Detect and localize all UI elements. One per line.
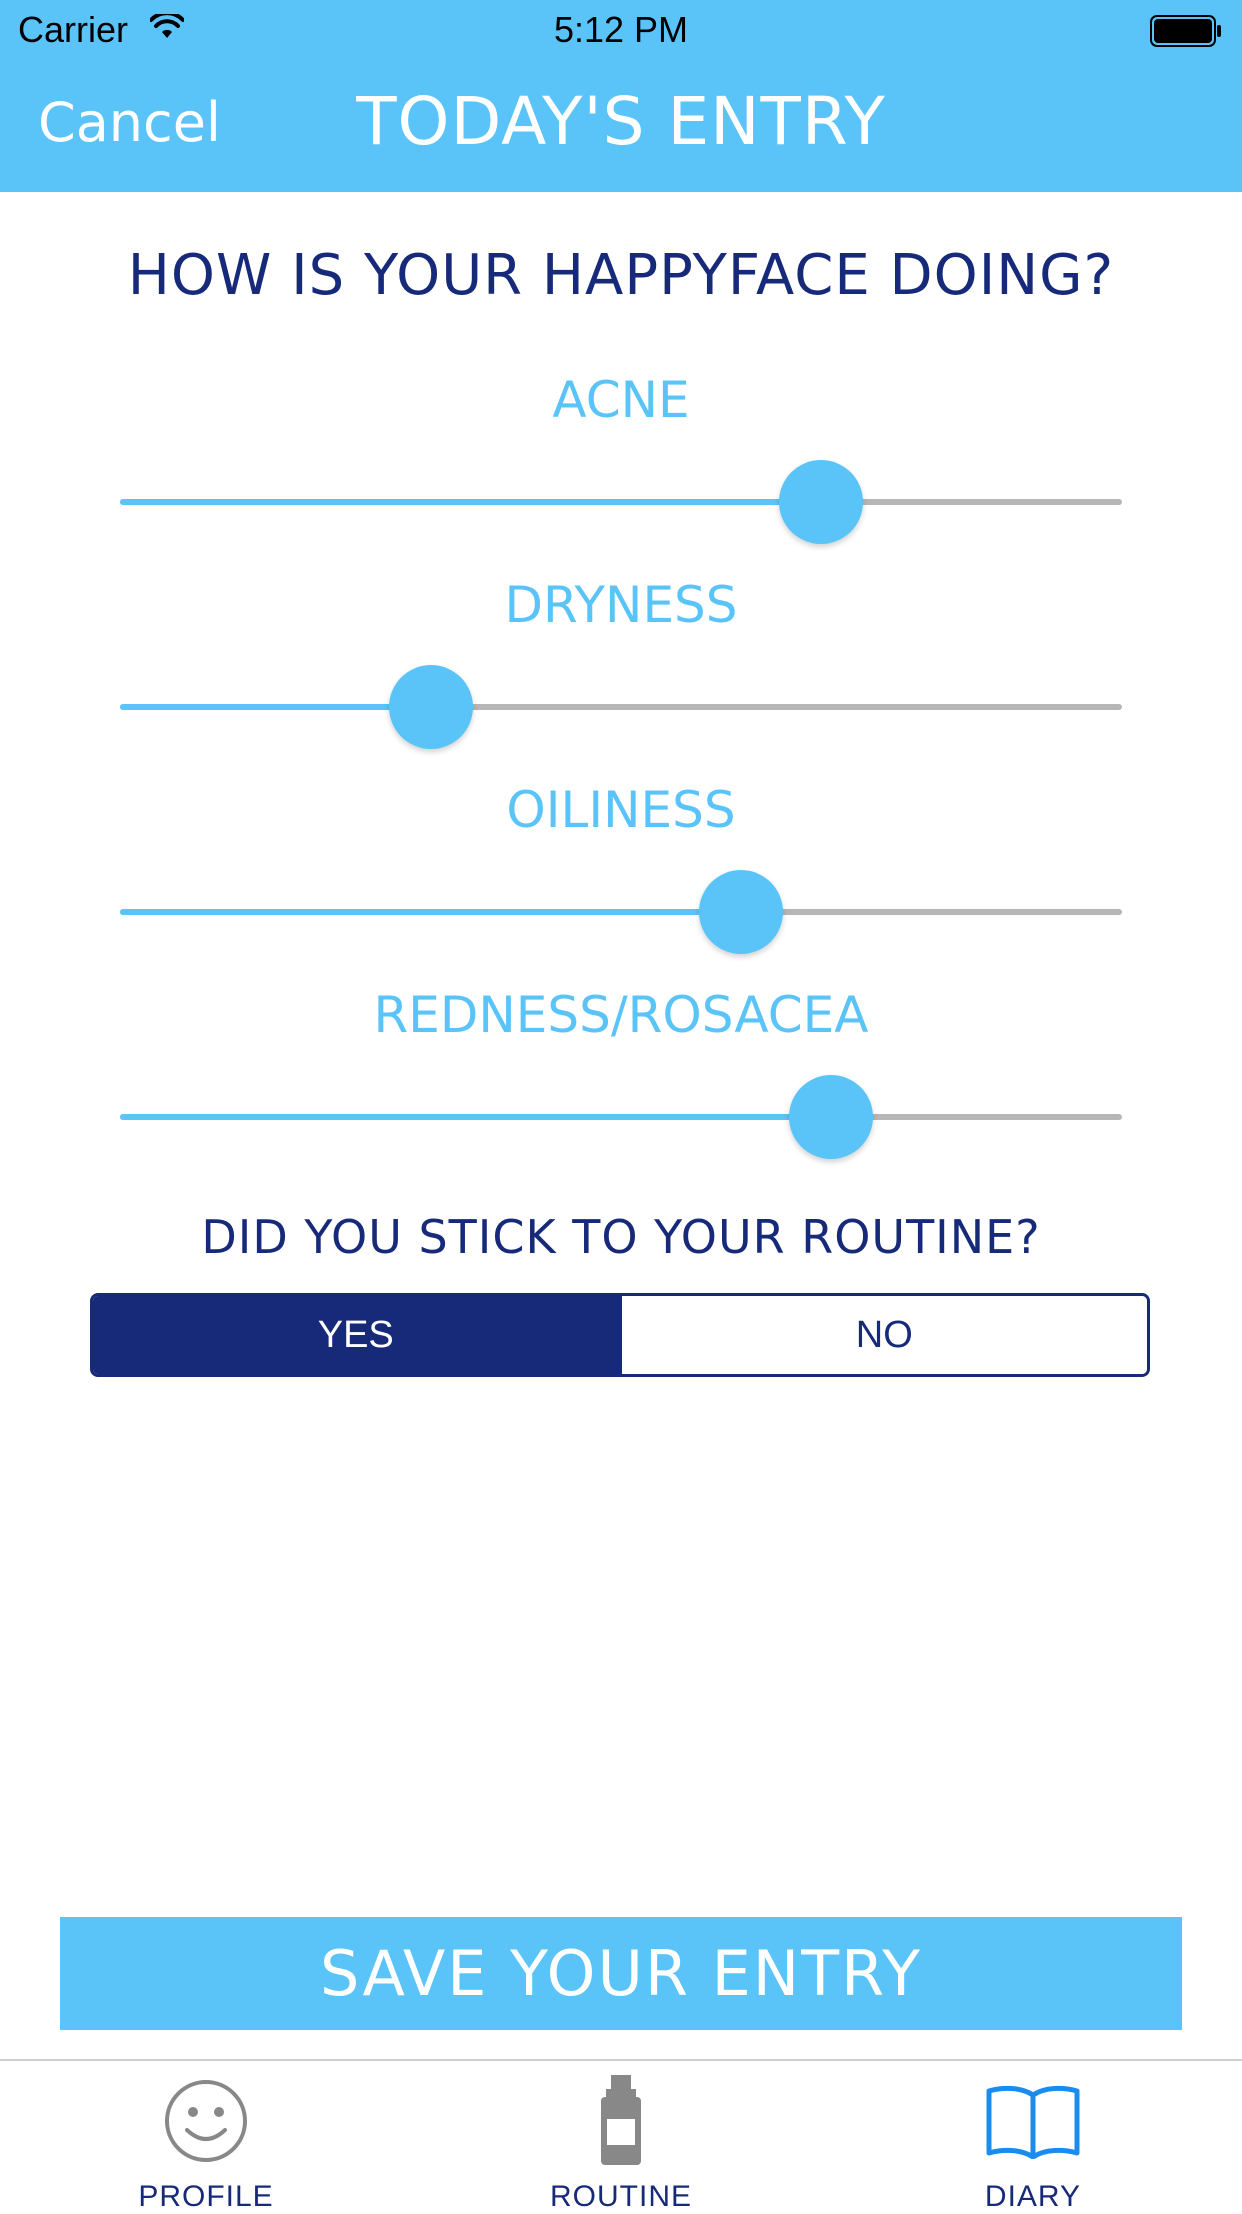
tab-label: PROFILE (138, 2180, 274, 2213)
happyface-question: HOW IS YOUR HAPPYFACE DOING? (127, 243, 1115, 308)
page-title: TODAY'S ENTRY (356, 83, 886, 160)
tab-profile[interactable]: PROFILE (56, 2061, 356, 2213)
yes-segment[interactable]: YES (93, 1296, 619, 1374)
redness-rosacea-label: REDNESS/ROSACEA (373, 986, 869, 1044)
dryness-slider[interactable] (120, 662, 1122, 752)
slider-thumb[interactable] (789, 1075, 874, 1159)
bottle-icon (601, 2075, 641, 2165)
slider-thumb[interactable] (699, 870, 784, 954)
routine-segmented-control: YES NO (90, 1293, 1150, 1377)
acne-slider[interactable] (120, 457, 1122, 547)
tab-routine[interactable]: ROUTINE (471, 2061, 771, 2213)
tab-label: DIARY (984, 2180, 1082, 2213)
oiliness-label: OILINESS (506, 781, 736, 839)
status-time: 5:12 PM (553, 9, 689, 50)
slider-thumb[interactable] (779, 460, 864, 544)
acne-label: ACNE (552, 371, 690, 429)
oiliness-slider[interactable] (120, 867, 1122, 957)
open-book-icon (986, 2085, 1080, 2159)
tab-label: ROUTINE (550, 2180, 692, 2213)
no-segment[interactable]: NO (618, 1296, 1147, 1374)
header: Carrier 5:12 PM Cancel TODAY'S ENTRY (0, 0, 1242, 192)
slider-thumb[interactable] (388, 665, 473, 749)
save-entry-button[interactable]: SAVE YOUR ENTRY (60, 1917, 1182, 2030)
redness-rosacea-slider[interactable] (120, 1072, 1122, 1162)
tab-bar: PROFILE ROUTINE DIARY (0, 2059, 1242, 2213)
smiley-face-icon (165, 2080, 247, 2162)
dryness-label: DRYNESS (504, 576, 738, 634)
slider-fill (120, 704, 431, 710)
slider-fill (120, 499, 822, 505)
slider-fill (120, 909, 742, 915)
routine-question: DID YOU STICK TO YOUR ROUTINE? (201, 1210, 1041, 1264)
battery-icon (1150, 14, 1222, 48)
slider-fill (120, 1114, 832, 1120)
tab-diary[interactable]: DIARY (883, 2061, 1183, 2213)
